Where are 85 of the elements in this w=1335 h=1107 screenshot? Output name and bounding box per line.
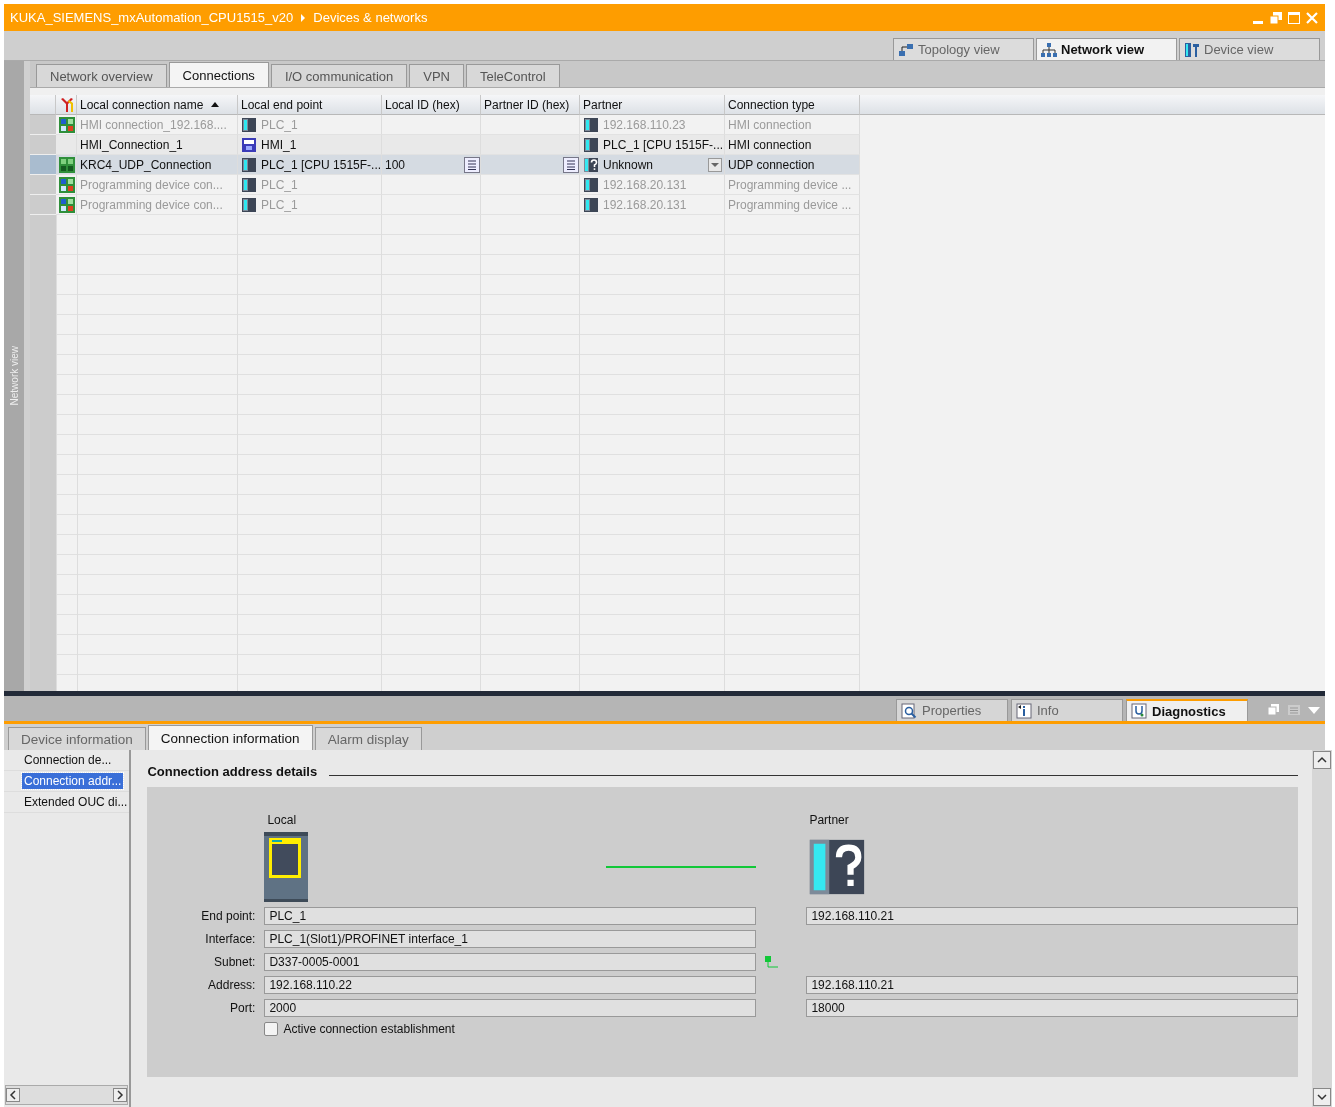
device-tool-icon — [1184, 41, 1200, 58]
column-header[interactable]: Local connection name — [77, 95, 238, 115]
editor-tab[interactable]: Network overview — [36, 64, 167, 87]
view-tab[interactable]: Device view — [1179, 38, 1320, 60]
device-icon — [241, 116, 257, 133]
column-label: Partner — [808, 813, 850, 827]
breadcrumb-separator — [301, 13, 306, 22]
unknown-device-icon — [583, 156, 599, 173]
value-field[interactable]: PLC_1(Slot1)/PROFINET interface_1 — [264, 930, 757, 948]
nav-item[interactable]: Extended OUC di... — [22, 794, 130, 810]
tools-icon — [59, 96, 75, 113]
table-cell: Unknown — [580, 155, 725, 175]
view-tab[interactable]: Topology view — [893, 38, 1034, 60]
value-field[interactable]: 192.168.110.22 — [264, 976, 757, 994]
float-window-icon[interactable] — [1267, 703, 1281, 717]
device-icon — [241, 196, 257, 213]
section-title: Connection address details — [147, 764, 318, 779]
inspector-tab[interactable]: Properties — [896, 699, 1008, 721]
inspector-subtab[interactable]: Device information — [8, 727, 146, 750]
inspector-tab[interactable]: Diagnostics — [1126, 699, 1248, 721]
network-icon — [1041, 41, 1057, 58]
table-cell: Programming device ... — [725, 175, 860, 195]
table-cell: 192.168.20.131 — [580, 175, 725, 195]
table-cell: HMI_1 — [238, 135, 382, 155]
table-cell: PLC_1 [CPU 1515F-... — [580, 135, 725, 155]
view-tab[interactable]: Network view — [1036, 38, 1177, 60]
checkbox-label: Active connection establishment — [283, 1022, 455, 1036]
field-label: Port: — [229, 1001, 256, 1015]
table-cell: PLC_1 — [238, 175, 382, 195]
properties-icon — [901, 702, 917, 719]
field-label: End point: — [200, 909, 256, 923]
device-icon — [241, 156, 257, 173]
editor-tab[interactable]: Connections — [168, 62, 269, 87]
device-icon — [583, 176, 599, 193]
device-icon — [583, 116, 599, 133]
close-icon[interactable] — [1305, 10, 1319, 25]
table-cell: HMI_Connection_1 — [77, 135, 238, 155]
inspector-subtab[interactable]: Alarm display — [314, 727, 422, 750]
column-header[interactable]: Partner ID (hex) — [481, 95, 580, 115]
table-cell: HMI connection — [725, 135, 860, 155]
inspector-tab[interactable]: Info — [1011, 699, 1123, 721]
editor-tab[interactable]: VPN — [409, 64, 464, 87]
row-header[interactable] — [30, 155, 56, 175]
value-field[interactable]: 18000 — [806, 999, 1299, 1017]
field-label: Subnet: — [213, 955, 256, 969]
value-field[interactable]: 2000 — [264, 999, 757, 1017]
editor-tab[interactable]: I/O communication — [270, 64, 408, 87]
row-header[interactable] — [30, 135, 56, 155]
table-cell: KRC4_UDP_Connection — [77, 155, 238, 175]
vertical-scrollbar[interactable] — [1312, 750, 1333, 1107]
horizontal-scrollbar[interactable] — [5, 1085, 129, 1105]
value-field[interactable]: 192.168.110.21 — [806, 976, 1299, 994]
checkbox[interactable] — [264, 1022, 279, 1036]
value-field[interactable]: PLC_1 — [264, 907, 757, 925]
side-panel-label: Network view — [8, 346, 20, 406]
column-header[interactable] — [56, 95, 77, 115]
column-header[interactable]: Local end point — [238, 95, 382, 115]
column-header[interactable]: Local ID (hex) — [382, 95, 481, 115]
device-icon — [241, 176, 257, 193]
browse-icon[interactable] — [464, 156, 480, 173]
editor-tab[interactable]: TeleControl — [466, 64, 560, 87]
value-field[interactable]: 192.168.110.21 — [806, 907, 1299, 925]
nav-item[interactable]: Connection addr... — [22, 773, 124, 789]
maximize-icon[interactable] — [1287, 10, 1301, 25]
column-header[interactable]: Partner — [580, 95, 725, 115]
nav-item[interactable]: Connection de... — [22, 752, 114, 768]
column-label: Local — [266, 813, 298, 827]
info-icon — [1016, 702, 1032, 719]
device-icon — [583, 196, 599, 213]
table-cell: PLC_1 [CPU 1515F-... — [238, 155, 382, 175]
plc-device-icon — [264, 832, 309, 902]
restore-icon[interactable] — [1269, 10, 1283, 25]
table-cell: UDP connection — [725, 155, 860, 175]
inspector-subtab[interactable]: Connection information — [147, 725, 313, 750]
value-field[interactable]: D337-0005-0001 — [264, 953, 757, 971]
column-header[interactable]: Connection type — [725, 95, 860, 115]
browse-icon[interactable] — [563, 156, 579, 173]
field-label: Address: — [207, 978, 256, 992]
topology-icon — [898, 41, 914, 58]
field-label: Interface: — [204, 932, 256, 946]
table-cell: Programming device con... — [77, 175, 238, 195]
list-icon[interactable] — [1287, 703, 1301, 717]
panel-icon — [241, 136, 257, 153]
device-icon — [583, 136, 599, 153]
table-cell: 100 — [382, 155, 481, 175]
